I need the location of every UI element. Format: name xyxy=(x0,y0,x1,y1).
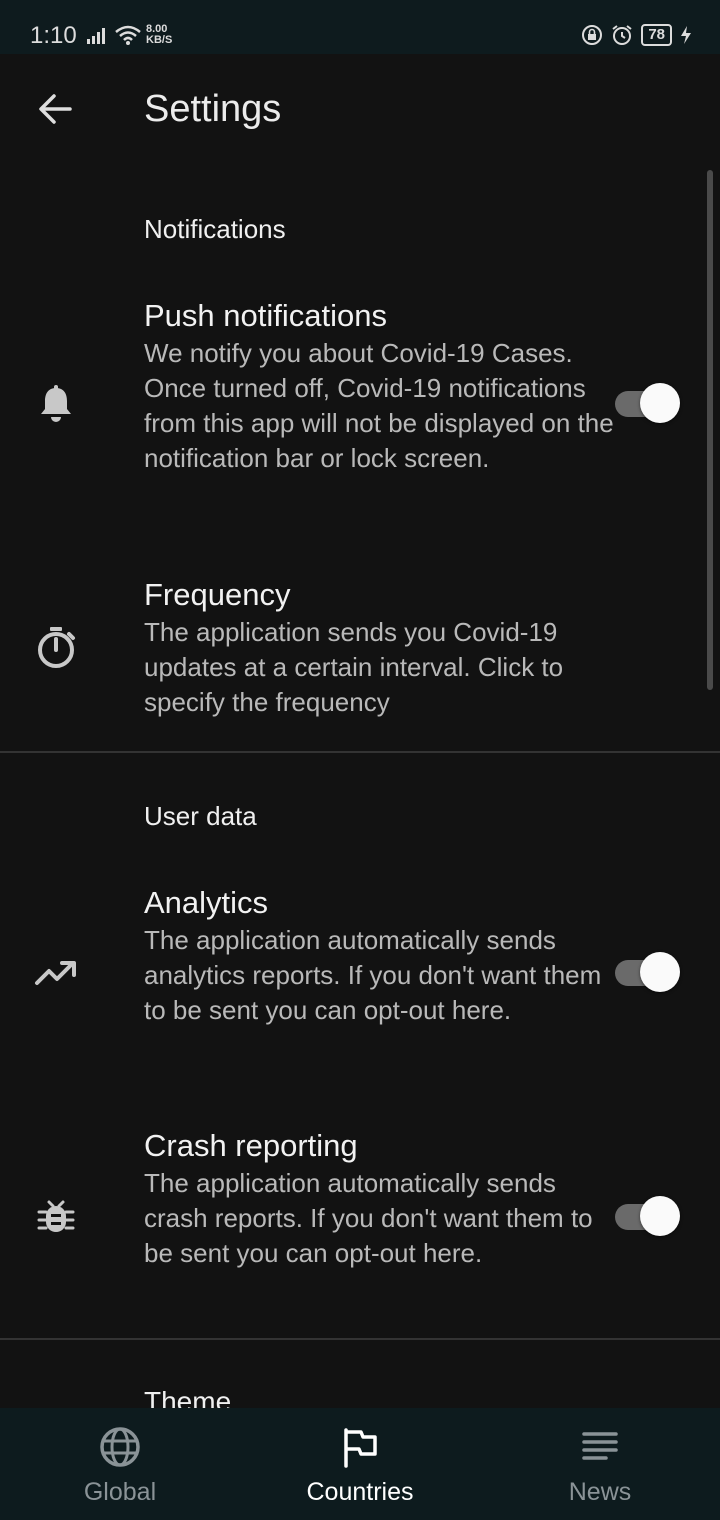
cell-signal-icon xyxy=(87,28,105,44)
nav-item-countries[interactable]: Countries xyxy=(240,1408,480,1520)
bottom-navigation: Global Countries News xyxy=(0,1408,720,1520)
crash-reporting-switch[interactable] xyxy=(615,1196,681,1236)
charging-icon xyxy=(681,26,691,44)
arrow-left-icon[interactable] xyxy=(34,88,76,130)
status-bar: 1:10 8.00 KB/S 78 xyxy=(0,0,720,54)
pref-summary: The application sends you Covid-19 updat… xyxy=(144,617,564,717)
switch-thumb xyxy=(640,383,680,423)
switch-thumb xyxy=(640,952,680,992)
wifi-icon xyxy=(115,25,141,45)
switch-thumb xyxy=(640,1196,680,1236)
bell-icon xyxy=(41,385,71,422)
pref-title: Analytics xyxy=(144,885,269,920)
status-right-icons: 78 xyxy=(581,24,692,46)
pref-title: Crash reporting xyxy=(144,1128,358,1163)
section-title-notifications: Notifications xyxy=(144,214,286,244)
pref-crash-reporting[interactable]: Crash reporting The application automati… xyxy=(0,1128,720,1318)
app-bar: Settings xyxy=(0,54,720,164)
pref-summary: We notify you about Covid-19 Cases. Once… xyxy=(144,338,614,473)
push-notifications-switch[interactable] xyxy=(615,383,681,423)
nav-label: News xyxy=(568,1478,632,1506)
nav-label: Countries xyxy=(306,1478,414,1506)
flag-icon xyxy=(344,1428,377,1468)
nav-item-news[interactable]: News xyxy=(480,1408,720,1520)
timer-icon xyxy=(38,627,75,668)
pref-analytics[interactable]: Analytics The application automatically … xyxy=(0,885,720,1065)
pref-push-notifications[interactable]: Push notifications We notify you about C… xyxy=(0,298,720,518)
section-divider xyxy=(0,751,720,753)
news-icon xyxy=(582,1432,618,1460)
alarm-icon xyxy=(612,25,632,45)
lock-rotation-icon xyxy=(582,25,603,45)
network-speed: 8.00 KB/S xyxy=(146,24,172,46)
network-speed-unit: KB/S xyxy=(146,34,173,46)
page-title: Settings xyxy=(144,88,282,130)
pref-title: Frequency xyxy=(144,577,291,612)
nav-item-global[interactable]: Global xyxy=(0,1408,240,1520)
battery-level: 78 xyxy=(641,24,672,46)
pref-title: Push notifications xyxy=(144,298,387,333)
pref-summary: The application automatically sends cras… xyxy=(144,1168,593,1268)
section-divider xyxy=(0,1338,720,1340)
pref-summary: The application automatically sends anal… xyxy=(144,925,602,1025)
globe-icon xyxy=(100,1427,140,1467)
analytics-switch[interactable] xyxy=(615,952,681,992)
status-time: 1:10 xyxy=(30,22,77,49)
nav-label: Global xyxy=(83,1478,157,1506)
pref-frequency[interactable]: Frequency The application sends you Covi… xyxy=(0,577,720,727)
trending-up-icon xyxy=(35,961,76,985)
section-title-user-data: User data xyxy=(144,801,257,831)
bug-icon xyxy=(37,1200,75,1232)
